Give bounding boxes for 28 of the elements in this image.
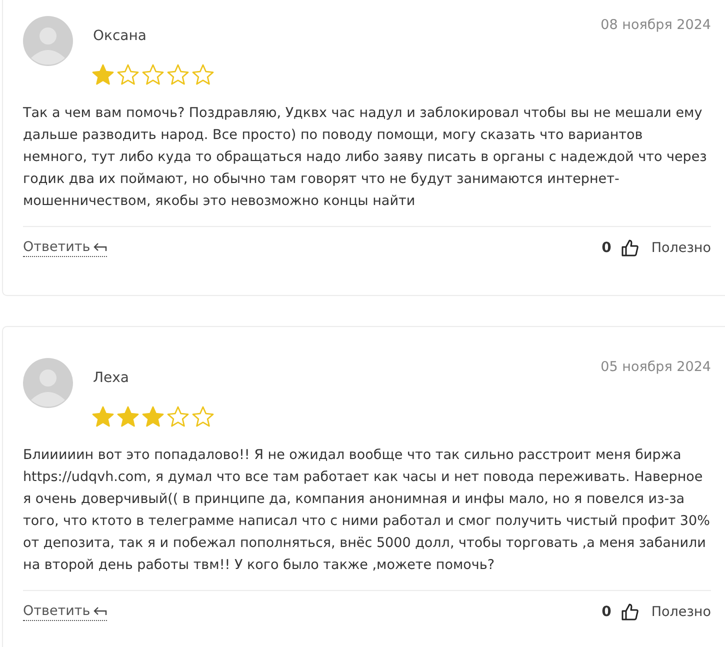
review-date: 05 ноября 2024 — [600, 359, 711, 375]
star-icon — [166, 63, 190, 87]
star-icon — [116, 63, 140, 87]
star-icon — [91, 405, 115, 429]
useful-label[interactable]: Полезно — [651, 604, 711, 620]
star-icon — [191, 405, 215, 429]
useful-label[interactable]: Полезно — [651, 240, 711, 256]
reply-link[interactable]: Ответить — [23, 239, 108, 257]
like-count: 0 — [602, 240, 612, 256]
like-count: 0 — [602, 604, 612, 620]
star-icon — [191, 63, 215, 87]
avatar-icon — [23, 358, 73, 408]
thumbs-up-icon[interactable] — [621, 603, 640, 621]
reply-arrow-icon — [93, 606, 108, 616]
thumbs-up-icon[interactable] — [621, 239, 640, 257]
star-icon — [166, 405, 190, 429]
review-date: 08 ноября 2024 — [600, 17, 711, 33]
star-icon — [141, 405, 165, 429]
author-name: Оксана — [93, 28, 148, 44]
avatar-icon — [23, 16, 73, 66]
star-icon — [91, 63, 115, 87]
star-icon — [141, 63, 165, 87]
author-name: Леха — [93, 370, 130, 386]
review-text: Так а чем вам помочь? Поздравляю, Удквх час надул и заблокировал чтобы вы не мешали ему дальше разводить народ. Все просто) по поводу помощи, могу сказать что вариантов немного, тут либо куда то обращаться надо либо заяву писать в органы с надеждой что через годик два их поймают, но обычно там говорят что не будут занимаются интернет-мошенничеством, якобы это невозможно концы найти — [23, 104, 708, 211]
reply-arrow-icon — [93, 242, 108, 252]
star-icon — [116, 405, 140, 429]
review-text: Блииииин вот это попадалово!! Я не ожидал вообще что так сильно расстроит меня биржа https://udqvh.com, я думал что все там работает как часы и нет повода переживать. Наверное я очень доверчивый(( в принципе да, компания анонимная и инфы мало, но я повелся из-за того, что ктото в телеграмме написал что с ними работал и смог получить чистый профит 30% от депозита, так я и побежал пополняться, внёс 5000 долл, чтобы торговать ,а меня забанили на второй день работы твм!! У кого было также ,можете помочь? — [23, 446, 711, 575]
reply-link[interactable]: Ответить — [23, 603, 108, 621]
